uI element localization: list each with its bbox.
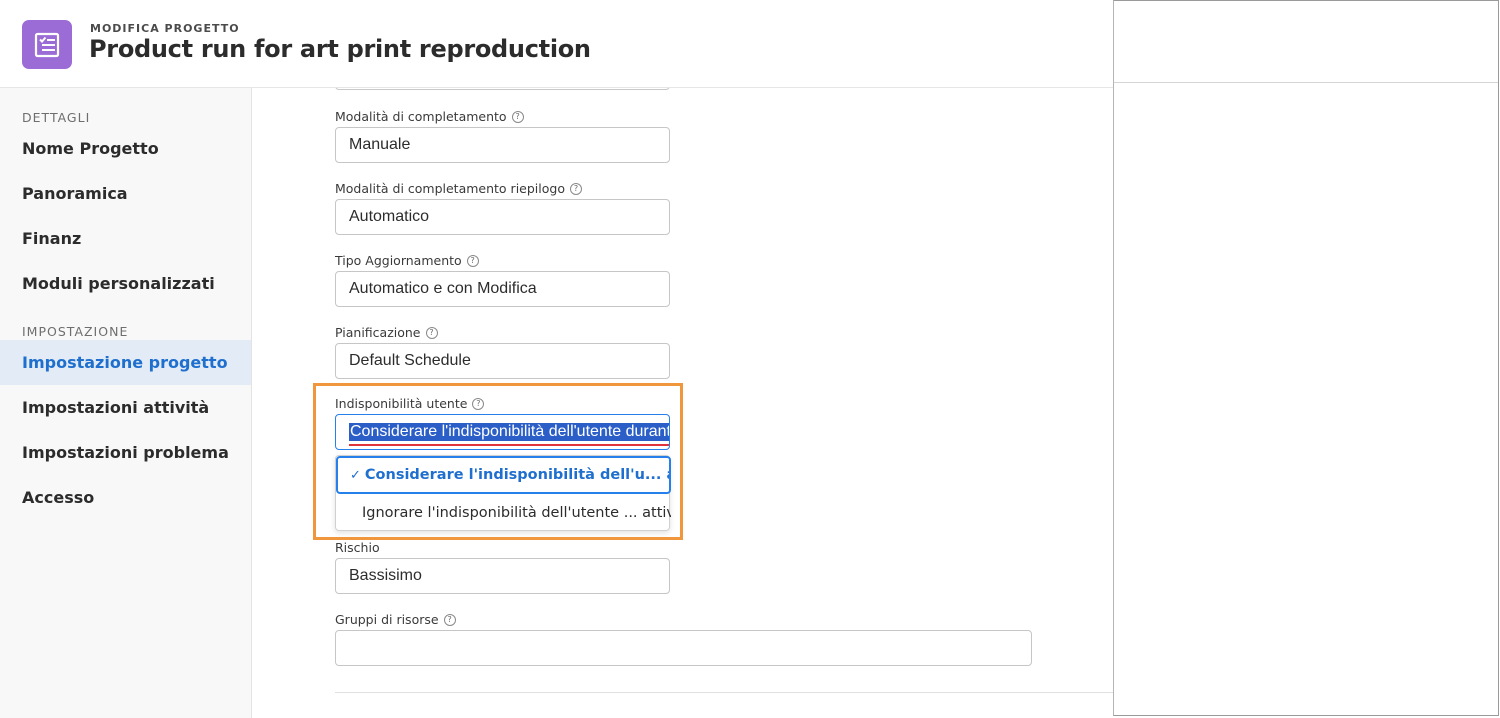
page-subtitle: MODIFICA PROGETTO <box>90 22 240 35</box>
dropdown-option-consider[interactable]: ✓ Considerare l'indisponibilità dell'u..… <box>336 456 671 494</box>
sidebar-item-label: Finanz <box>22 229 82 248</box>
task-list-icon <box>22 20 72 69</box>
schedule-select[interactable]: Default Schedule <box>335 343 670 379</box>
field-label: Rischio <box>335 540 380 555</box>
field-label-text: Modalità di completamento <box>335 109 507 124</box>
page-title: Product run for art print reproduction <box>89 35 591 63</box>
field-label-text: Modalità di completamento riepilogo <box>335 181 565 196</box>
user-unavailability-dropdown: ✓ Considerare l'indisponibilità dell'u..… <box>335 455 671 532</box>
dropdown-option-ignore[interactable]: Ignorare l'indisponibilità dell'utente .… <box>336 494 671 532</box>
field-value: Automatico e con Modifica <box>349 280 537 297</box>
field-label-text: Pianificazione <box>335 325 421 340</box>
field-value: Default Schedule <box>349 352 471 369</box>
sidebar-item-nome-progetto[interactable]: Nome Progetto <box>0 126 251 171</box>
field-value: Bassisimo <box>349 567 422 584</box>
sidebar-item-label: Impostazione progetto <box>22 353 228 372</box>
help-icon[interactable]: ? <box>425 326 438 339</box>
completion-mode-select[interactable]: Manuale <box>335 127 670 163</box>
field-label: Modalità di completamento riepilogo ? <box>335 181 582 196</box>
help-icon[interactable]: ? <box>466 254 479 267</box>
sidebar-item-label: Impostazioni attività <box>22 398 210 417</box>
sidebar-item-accesso[interactable]: Accesso <box>0 475 251 520</box>
field-label-text: Gruppi di risorse <box>335 612 439 627</box>
sidebar-item-impostazione-progetto[interactable]: Impostazione progetto <box>0 340 251 385</box>
field-label: Modalità di completamento ? <box>335 109 524 124</box>
side-panel <box>1113 0 1499 716</box>
side-panel-divider <box>1114 82 1498 83</box>
field-label: Indisponibilità utente ? <box>335 396 485 411</box>
field-label: Pianificazione ? <box>335 325 438 340</box>
check-icon: ✓ <box>350 467 361 483</box>
sidebar-section-dettagli: DETTAGLI <box>22 110 91 125</box>
sidebar-item-moduli-personalizzati[interactable]: Moduli personalizzati <box>0 261 251 306</box>
field-label-text: Rischio <box>335 540 380 555</box>
field-label: Gruppi di risorse ? <box>335 612 456 627</box>
field-label-text: Tipo Aggiornamento <box>335 253 462 268</box>
option-label: Considerare l'indisponibilità dell'u... … <box>364 467 669 483</box>
field-value: Automatico <box>349 208 430 225</box>
resource-groups-input[interactable] <box>335 630 1032 666</box>
field-value: Manuale <box>349 136 411 153</box>
sidebar-section-impostazione: IMPOSTAZIONE <box>22 324 129 339</box>
summary-completion-mode-select[interactable]: Automatico <box>335 199 670 235</box>
sidebar-item-label: Impostazioni problema <box>22 443 229 462</box>
sidebar-item-label: Accesso <box>22 488 95 507</box>
help-icon[interactable]: ? <box>443 613 456 626</box>
sidebar-item-label: Nome Progetto <box>22 139 159 158</box>
sidebar: DETTAGLI Nome Progetto Panoramica Finanz… <box>0 88 252 718</box>
sidebar-item-finanz[interactable]: Finanz <box>0 216 251 261</box>
sidebar-item-impostazioni-problema[interactable]: Impostazioni problema <box>0 430 251 475</box>
field-label: Tipo Aggiornamento ? <box>335 253 479 268</box>
settings-form: Modalità di completamento ? Manuale Moda… <box>252 88 1113 718</box>
sidebar-item-panoramica[interactable]: Panoramica <box>0 171 251 216</box>
help-icon[interactable]: ? <box>511 110 524 123</box>
option-label: Ignorare l'indisponibilità dell'utente .… <box>362 505 671 521</box>
page-header: MODIFICA PROGETTO Product run for art pr… <box>0 0 1113 88</box>
sidebar-item-label: Panoramica <box>22 184 128 203</box>
help-icon[interactable]: ? <box>472 397 485 410</box>
user-unavailability-select[interactable]: Considerare l'indisponibilità dell'utent… <box>335 414 670 450</box>
field-value: Considerare l'indisponibilità dell'utent… <box>349 423 669 441</box>
divider <box>335 692 1113 693</box>
spellcheck-underline <box>349 444 669 446</box>
previous-field[interactable] <box>335 88 670 90</box>
sidebar-item-label: Moduli personalizzati <box>22 274 215 293</box>
risk-select[interactable]: Bassisimo <box>335 558 670 594</box>
update-type-select[interactable]: Automatico e con Modifica <box>335 271 670 307</box>
field-label-text: Indisponibilità utente <box>335 396 468 411</box>
help-icon[interactable]: ? <box>569 182 582 195</box>
sidebar-item-impostazioni-attivita[interactable]: Impostazioni attività <box>0 385 251 430</box>
